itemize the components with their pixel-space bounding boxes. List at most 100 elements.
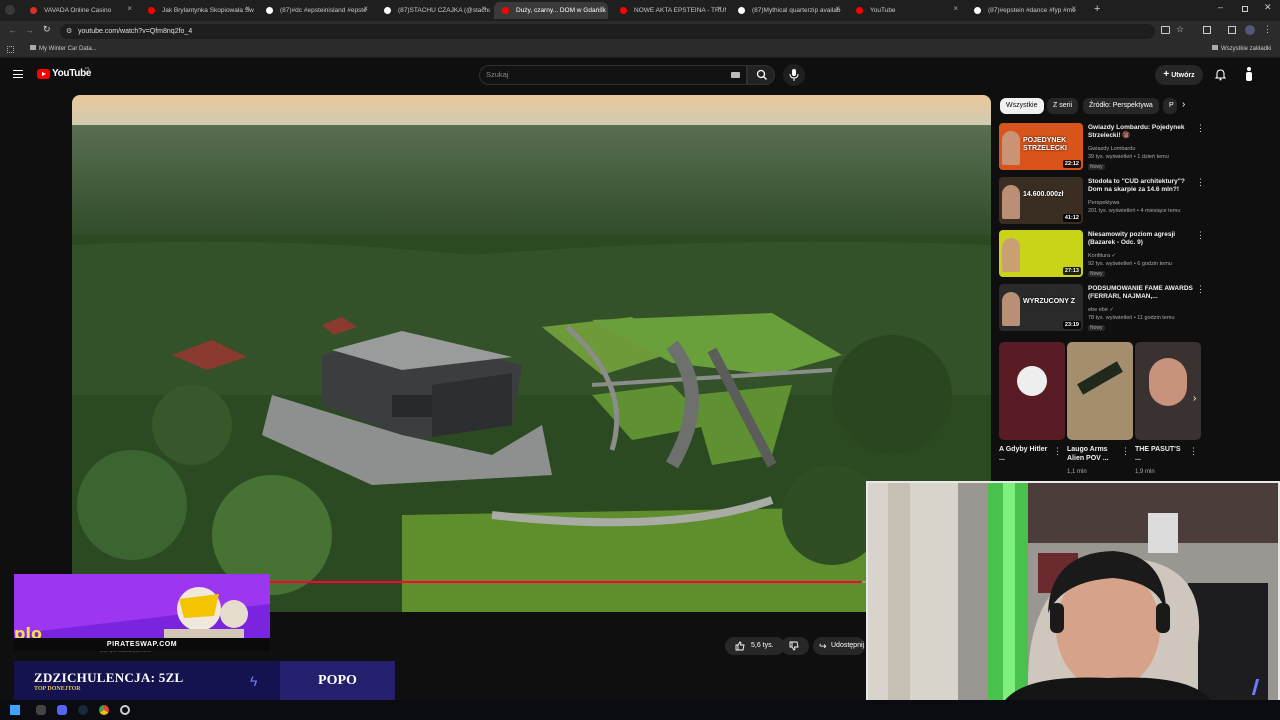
browser-tab[interactable]: (87)#epstein #dance #fyp #me × — [966, 2, 1080, 19]
short-title[interactable]: THE PASUT'S ... — [1135, 445, 1185, 463]
menu-kebab-icon[interactable]: ⋮ — [1263, 24, 1272, 35]
channel-name[interactable]: ebe ebe ✓ — [1088, 307, 1114, 313]
bookmark-item[interactable]: My Winter Car Data... — [30, 45, 97, 52]
tab-close-icon[interactable]: × — [953, 4, 958, 13]
keyboard-icon[interactable] — [731, 72, 740, 78]
video-thumbnail[interactable]: POJEDYNEK STRZELECKI 22:12 — [999, 123, 1083, 170]
chip-source[interactable]: Źródło: Perspektywa — [1083, 98, 1159, 114]
forward-icon[interactable]: → — [25, 25, 34, 35]
tab-close-icon[interactable]: × — [1071, 4, 1076, 13]
site-info-icon[interactable]: ⚙ — [66, 24, 72, 39]
taskbar-app-icon[interactable] — [36, 705, 46, 715]
windows-start-icon[interactable] — [10, 705, 20, 715]
browser-tab[interactable]: (87)STACHU CZAJKA (@stachu × — [376, 2, 490, 19]
short-thumbnail[interactable] — [1135, 342, 1201, 440]
channel-name[interactable]: Gwiazdy Lombardu — [1088, 146, 1135, 152]
create-button[interactable]: + Utwórz — [1155, 65, 1203, 85]
browser-tab[interactable]: YouTube × — [848, 2, 962, 19]
video-thumbnail[interactable]: 27:13 — [999, 230, 1083, 277]
chips-next-icon[interactable]: › — [1182, 99, 1185, 110]
thumbnail-person — [1002, 292, 1020, 326]
obs-icon[interactable] — [120, 705, 130, 715]
like-button[interactable]: 5,6 tys. — [725, 637, 785, 655]
video-title[interactable]: Stodoła to "CUD architektury"? Dom na sk… — [1088, 178, 1196, 194]
url-field[interactable]: ⚙ youtube.com/watch?v=Qfm8nq2fo_4 — [60, 24, 1155, 39]
short-thumbnail[interactable] — [999, 342, 1065, 440]
more-options-icon[interactable]: ⋮ — [1196, 284, 1205, 295]
voice-search-button[interactable] — [783, 64, 805, 86]
video-player[interactable] — [72, 95, 991, 612]
bookmark-star-icon[interactable]: ☆ — [1176, 24, 1184, 35]
share-button[interactable]: ↪ Udostępnij — [813, 637, 865, 655]
browser-tab[interactable]: NOWE AKTA EPSTEINA - TRUM × — [612, 2, 726, 19]
recommendation-item[interactable]: POJEDYNEK STRZELECKI 22:12 Gwiazdy Lombard… — [999, 123, 1205, 173]
thumbnail-person — [1002, 131, 1020, 165]
more-options-icon[interactable]: ⋮ — [1196, 123, 1205, 134]
minimize-button[interactable]: – — [1218, 2, 1223, 12]
channel-name[interactable]: Konfitura ✓ — [1088, 253, 1116, 259]
browser-tab[interactable]: Duży, czarny... DOM w Gdańsk × — [494, 2, 608, 19]
short-title[interactable]: Laugo Arms Alien POV ... — [1067, 445, 1117, 463]
new-badge: Nowy — [1088, 271, 1105, 277]
reload-icon[interactable]: ↻ — [43, 24, 51, 35]
video-thumbnail[interactable]: 14.600.000zł 41:12 — [999, 177, 1083, 224]
browser-tab[interactable]: Jak Brylantynka Skopiowała Sw × — [140, 2, 254, 19]
tab-title: (87)#dc #epsteinisland #epste — [280, 7, 367, 14]
short-more-icon[interactable]: ⋮ — [1121, 446, 1130, 457]
browser-tab[interactable]: (87)Mythical quarterzip availab × — [730, 2, 844, 19]
chip-all[interactable]: Wszystkie — [1000, 98, 1044, 114]
short-thumbnail[interactable] — [1067, 342, 1133, 440]
profile-icon[interactable] — [1245, 25, 1255, 35]
short-more-icon[interactable]: ⋮ — [1189, 446, 1198, 457]
tab-close-icon[interactable]: × — [127, 4, 132, 13]
recommendation-item[interactable]: 14.600.000zł 41:12 Stodoła to "CUD archite… — [999, 177, 1205, 227]
notifications-icon[interactable] — [1214, 68, 1227, 86]
video-title[interactable]: Niesamowity poziom agresji (Bazarek - Od… — [1088, 231, 1196, 247]
channel-name[interactable]: Perspektywa — [1088, 200, 1120, 206]
shorts-next-icon[interactable]: › — [1193, 393, 1196, 404]
browser-tab[interactable]: (87)#dc #epsteinisland #epste × — [258, 2, 372, 19]
search-input[interactable]: Szukaj — [479, 65, 747, 85]
extensions-icon[interactable] — [1203, 26, 1211, 34]
video-thumbnail[interactable]: WYRZUCONY Z 23:19 — [999, 284, 1083, 331]
tab-close-icon[interactable]: × — [599, 4, 604, 13]
recommendation-item[interactable]: WYRZUCONY Z 23:19 PODSUMOWANIE FAME AWARDS… — [999, 284, 1205, 334]
steam-icon[interactable] — [78, 705, 88, 715]
thumbnail-person — [1002, 185, 1020, 219]
chrome-icon[interactable] — [99, 705, 109, 715]
apps-grid-icon[interactable] — [7, 46, 14, 53]
tab-close-icon[interactable]: × — [245, 4, 250, 13]
tab-close-icon[interactable]: × — [481, 4, 486, 13]
youtube-logo-icon[interactable] — [37, 69, 50, 79]
tab-search-icon[interactable] — [5, 5, 15, 15]
donor-name: POPO — [318, 673, 357, 688]
video-title[interactable]: Gwiazdy Lombardu: Pojedynek Strzelecki! … — [1088, 124, 1196, 140]
browser-tab[interactable]: VAVADA Online Casino × — [22, 2, 136, 19]
new-tab-button[interactable]: + — [1094, 3, 1100, 15]
more-options-icon[interactable]: ⋮ — [1196, 177, 1205, 188]
install-icon[interactable] — [1161, 26, 1170, 34]
new-badge: Nowy — [1088, 325, 1105, 331]
short-more-icon[interactable]: ⋮ — [1053, 446, 1062, 457]
thumbnail-person — [1002, 238, 1020, 272]
back-icon[interactable]: ← — [8, 25, 17, 35]
maximize-button[interactable] — [1242, 6, 1248, 12]
video-title[interactable]: PODSUMOWANIE FAME AWARDS (FERRARI, NAJMA… — [1088, 285, 1196, 301]
recommendation-item[interactable]: 27:13 Niesamowity poziom agresji (Bazarek… — [999, 230, 1205, 280]
tab-close-icon[interactable]: × — [363, 4, 368, 13]
short-title[interactable]: A Gdyby Hitler ... — [999, 445, 1049, 463]
tab-close-icon[interactable]: × — [717, 4, 722, 13]
all-bookmarks[interactable]: Wszystkie zakładki — [1212, 45, 1271, 52]
search-button[interactable] — [747, 65, 775, 85]
hamburger-menu-icon[interactable] — [13, 70, 23, 78]
close-window-button[interactable]: ✕ — [1264, 2, 1272, 13]
chip-series[interactable]: Z serii — [1047, 98, 1079, 114]
account-avatar[interactable] — [1244, 67, 1254, 81]
more-options-icon[interactable]: ⋮ — [1196, 230, 1205, 241]
tab-title: YouTube — [870, 7, 896, 14]
dislike-button[interactable] — [781, 637, 809, 655]
discord-icon[interactable] — [57, 705, 67, 715]
sidebar-icon[interactable] — [1228, 26, 1236, 34]
tab-close-icon[interactable]: × — [835, 4, 840, 13]
chip-more[interactable]: P — [1163, 98, 1177, 114]
